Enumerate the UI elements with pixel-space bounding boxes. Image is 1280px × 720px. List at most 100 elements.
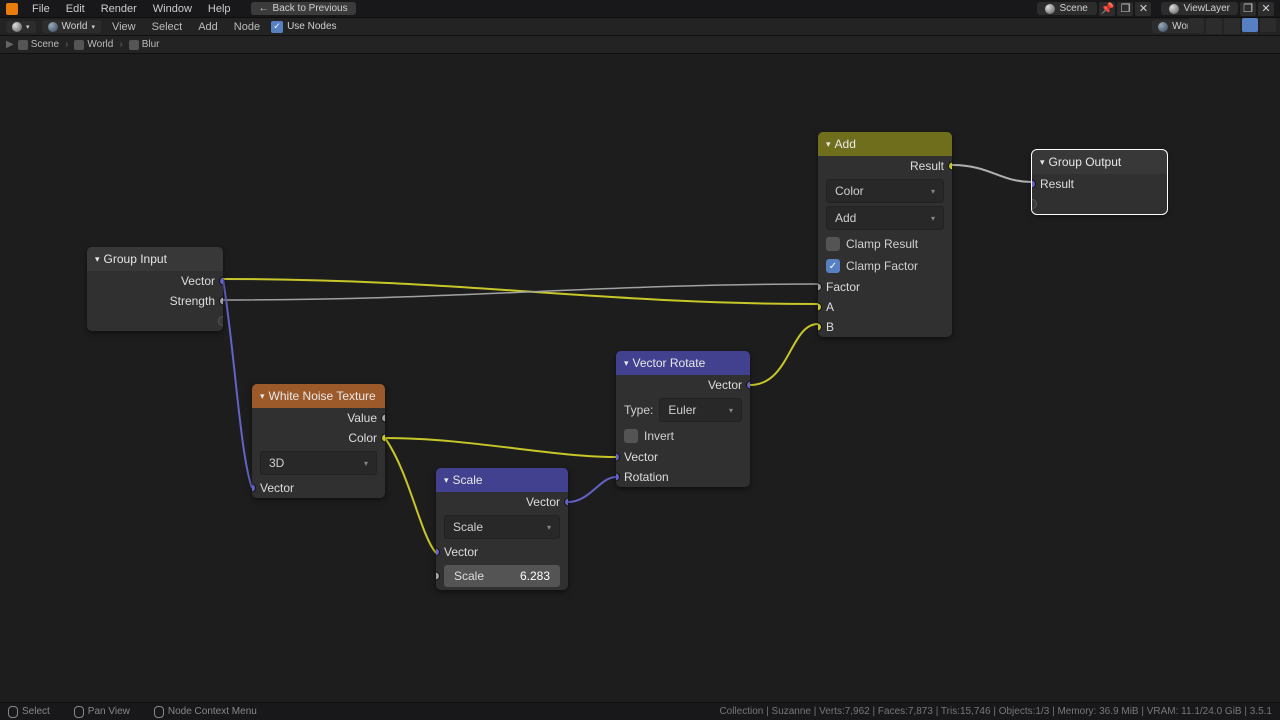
node-title: Group Input [104,252,167,266]
hint-context: Node Context Menu [154,706,257,718]
menu-view[interactable]: View [107,21,141,33]
checkmark-icon: ✓ [271,21,283,33]
menu-render[interactable]: Render [95,3,143,15]
socket-in-vector[interactable]: Vector [252,478,385,498]
scene-stats: Collection | Suzanne | Verts:7,962 | Fac… [719,706,1272,717]
node-header[interactable]: ▾Add [818,132,952,156]
socket-in-vector[interactable]: Vector [616,447,750,467]
scene-pin-button[interactable]: 📌 [1099,2,1115,16]
node-header[interactable]: ▾White Noise Texture [252,384,385,408]
socket-out-result[interactable]: Result [818,156,952,176]
math-operation-dropdown[interactable]: Scale▾ [444,515,560,539]
top-menu: File Edit Render Window Help ← Back to P… [0,0,1280,18]
mouse-left-icon [8,706,18,718]
collapse-icon[interactable]: ▾ [444,475,449,486]
node-path-breadcrumb: ▶ Scene › World › Blur [0,36,1280,54]
scale-value-field[interactable]: Scale6.283 [444,565,560,587]
use-nodes-checkbox[interactable]: ✓ Use Nodes [271,21,336,33]
node-editor-header: ▾ World ▾ View Select Add Node ✓ Use Nod… [0,18,1280,36]
type-label: Type: [624,403,653,417]
checkbox-icon [624,429,638,443]
collapse-icon[interactable]: ▾ [1040,157,1045,168]
tool-d-button[interactable] [1260,18,1276,32]
socket-in-factor[interactable]: Factor [818,277,952,297]
socket-out-virtual[interactable] [87,311,223,331]
node-header[interactable]: ▾ Group Input [87,247,223,271]
node-title: Group Output [1049,155,1122,169]
socket-in-a[interactable]: A [818,297,952,317]
editor-type-icon [12,22,22,32]
header-right-tools [1188,18,1276,32]
rotation-type-dropdown[interactable]: Euler▾ [659,398,742,422]
clamp-result-checkbox[interactable]: Clamp Result [818,233,952,255]
tool-overlay-button[interactable] [1242,18,1258,32]
tool-b-button[interactable] [1206,18,1222,32]
menu-file[interactable]: File [26,3,56,15]
node-group-output[interactable]: ▾ Group Output Result [1032,150,1167,214]
invert-checkbox[interactable]: Invert [616,425,750,447]
menu-edit[interactable]: Edit [60,3,91,15]
socket-out-vector[interactable]: Vector [87,271,223,291]
node-mix-add[interactable]: ▾Add Result Color▾ Add▾ Clamp Result ✓Cl… [818,132,952,337]
socket-in-vector[interactable]: Vector [436,542,568,562]
collapse-icon[interactable]: ▾ [95,254,100,265]
socket-in-result[interactable]: Result [1032,174,1167,194]
menu-select[interactable]: Select [147,21,188,33]
socket-out-color[interactable]: Color [252,428,385,448]
scene-selector[interactable]: Scene [1037,2,1097,15]
menu-help[interactable]: Help [202,3,237,15]
shader-type-label: World [62,21,88,32]
collapse-icon[interactable]: ▾ [826,139,831,150]
breadcrumb-nodegroup[interactable]: Blur [129,39,160,50]
viewlayer-selector[interactable]: ViewLayer [1161,2,1238,15]
node-header[interactable]: ▾ Scale [436,468,568,492]
clamp-factor-checkbox[interactable]: ✓Clamp Factor [818,255,952,277]
world-shading-icon [48,22,58,32]
checkmark-icon: ✓ [826,259,840,273]
editor-type-dropdown[interactable]: ▾ [6,21,36,33]
back-to-previous-button[interactable]: ← Back to Previous [251,2,356,15]
scene-icon [1045,4,1055,14]
node-white-noise-texture[interactable]: ▾White Noise Texture Value Color 3D▾ Vec… [252,384,385,498]
socket-out-vector[interactable]: Vector [436,492,568,512]
node-title: Scale [453,473,483,487]
use-nodes-label: Use Nodes [287,21,336,32]
collapse-icon[interactable]: ▾ [624,358,629,369]
back-label: Back to Previous [273,3,348,14]
mix-type-dropdown[interactable]: Color▾ [826,179,944,203]
status-bar: Select Pan View Node Context Menu Collec… [0,702,1280,720]
socket-in-rotation[interactable]: Rotation [616,467,750,487]
node-group-input[interactable]: ▾ Group Input Vector Strength [87,247,223,331]
scene-new-button[interactable]: ❐ [1117,2,1133,16]
tool-c-button[interactable] [1224,18,1240,32]
dimension-dropdown[interactable]: 3D▾ [260,451,377,475]
socket-out-vector[interactable]: Vector [616,375,750,395]
menu-window[interactable]: Window [147,3,198,15]
breadcrumb-scene[interactable]: Scene [18,39,59,50]
socket-out-strength[interactable]: Strength [87,291,223,311]
node-header[interactable]: ▾ Group Output [1032,150,1167,174]
node-vector-math-scale[interactable]: ▾ Scale Vector Scale▾ Vector Scale6.283 [436,468,568,590]
blender-logo-icon [6,3,18,15]
node-editor-canvas[interactable]: ▾ Group Input Vector Strength ▾ Group Outp… [0,54,1280,702]
breadcrumb-world[interactable]: World [74,39,113,50]
blend-mode-dropdown[interactable]: Add▾ [826,206,944,230]
checkbox-icon [826,237,840,251]
menu-add[interactable]: Add [193,21,223,33]
node-header[interactable]: ▾Vector Rotate [616,351,750,375]
hint-pan: Pan View [74,706,130,718]
socket-in-b[interactable]: B [818,317,952,337]
viewlayer-new-button[interactable]: ❐ [1240,2,1256,16]
socket-out-value[interactable]: Value [252,408,385,428]
node-vector-rotate[interactable]: ▾Vector Rotate Vector Type: Euler▾ Inver… [616,351,750,487]
group-path-icon [129,40,139,50]
shader-type-dropdown[interactable]: World ▾ [42,20,101,33]
collapse-icon[interactable]: ▾ [260,391,265,402]
tool-a-button[interactable] [1188,18,1204,32]
scene-delete-button[interactable]: ✕ [1135,2,1151,16]
menu-node[interactable]: Node [229,21,265,33]
mouse-right-icon [154,706,164,718]
socket-in-virtual[interactable] [1032,194,1167,214]
hint-select: Select [8,706,50,718]
viewlayer-delete-button[interactable]: ✕ [1258,2,1274,16]
